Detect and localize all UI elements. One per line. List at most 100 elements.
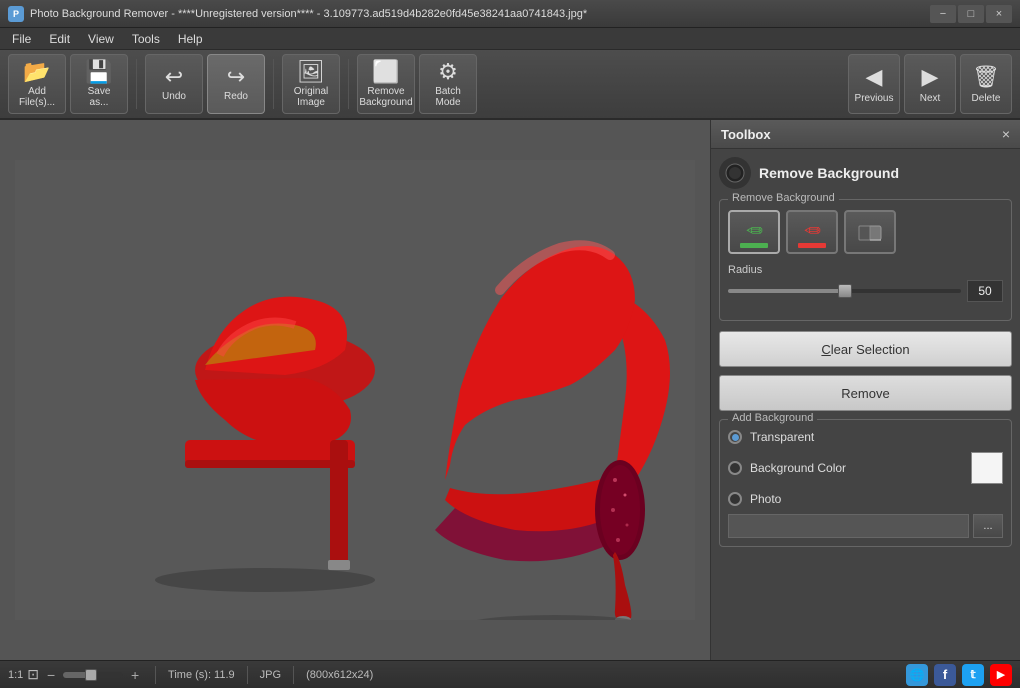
add-files-button[interactable]: 📂 Add File(s)... [8,54,66,114]
redo-icon: ↪ [227,66,245,88]
remove-bg-section-header: Remove Background [719,157,1012,189]
radius-value: 50 [967,280,1003,302]
zoom-fit-icon[interactable]: ⊡ [27,666,39,683]
undo-label: Undo [162,91,186,102]
format-label: JPG [260,669,281,681]
toolbox-close-button[interactable]: × [1002,126,1010,142]
red-pen-icon: ✏ [804,217,821,242]
clear-selection-label: Clear Selection [821,342,909,357]
eraser-icon [856,218,884,246]
delete-label: Delete [972,93,1001,104]
original-image-icon: 🖼 [297,61,325,83]
maximize-button[interactable]: □ [958,5,984,23]
green-pen-icon: ✏ [746,217,763,242]
photo-label: Photo [750,492,781,506]
transparent-label: Transparent [750,430,814,444]
remove-bg-section-icon [719,157,751,189]
photo-path-input[interactable] [728,514,969,538]
photo-radio[interactable] [728,492,742,506]
zoom-out-button[interactable]: − [43,667,59,683]
status-bar: 1:1 ⊡ − + Time (s): 11.9 JPG (800x612x24… [0,660,1020,688]
zoom-controls: 1:1 ⊡ − + [8,666,143,683]
transparent-option: Transparent [728,430,1003,444]
toolbar-separator-3 [348,59,349,109]
background-color-label: Background Color [750,461,846,475]
delete-icon: 🗑 [972,64,1000,90]
radius-slider-track [728,289,961,293]
toolbar-separator [136,59,137,109]
undo-icon: ↩ [165,66,183,88]
zoom-in-button[interactable]: + [127,667,143,683]
radius-slider-fill [728,289,845,293]
background-color-radio[interactable] [728,461,742,475]
title-bar: P Photo Background Remover - ****Unregis… [0,0,1020,28]
menu-edit[interactable]: Edit [41,30,78,48]
facebook-icon[interactable]: f [934,664,956,686]
menu-help[interactable]: Help [170,30,211,48]
zoom-slider-thumb[interactable] [85,669,97,681]
radius-slider-row: 50 [728,280,1003,302]
radius-label: Radius [728,264,1003,276]
add-files-label: Add File(s)... [19,86,55,108]
red-pen-button[interactable]: ✏ [786,210,838,254]
redo-label: Redo [224,91,248,102]
time-label: Time (s): 11.9 [168,669,235,681]
toolbox-panel: Toolbox × Remove Background Remove Backg… [710,120,1020,660]
remove-label: Remove [841,386,889,401]
website-icon[interactable]: 🌐 [906,664,928,686]
previous-button[interactable]: ◀ Previous [848,54,900,114]
color-picker-box[interactable] [971,452,1003,484]
close-button[interactable]: × [986,5,1012,23]
delete-button[interactable]: 🗑 Delete [960,54,1012,114]
save-as-button[interactable]: 💾 Save as... [70,54,128,114]
titlebar-controls: − □ × [930,5,1012,23]
remove-bg-icon: ⬜ [372,61,399,83]
status-separator-1 [155,666,156,684]
transparent-radio[interactable] [728,430,742,444]
undo-button[interactable]: ↩ Undo [145,54,203,114]
toolbar: 📂 Add File(s)... 💾 Save as... ↩ Undo ↪ R… [0,50,1020,120]
app-icon: P [8,6,24,22]
twitter-icon[interactable]: 𝕥 [962,664,984,686]
previous-label: Previous [855,93,894,104]
save-icon: 💾 [85,61,112,83]
zoom-slider-track [63,672,123,678]
add-files-icon: 📂 [23,61,50,83]
clear-selection-button[interactable]: Clear Selection [719,331,1012,367]
batch-mode-button[interactable]: ⚙ Batch Mode [419,54,477,114]
minimize-button[interactable]: − [930,5,956,23]
canvas-area[interactable] [0,120,710,660]
original-image-button[interactable]: 🖼 Original Image [282,54,340,114]
next-button[interactable]: ▶ Next [904,54,956,114]
add-bg-group: Add Background Transparent Background Co… [719,419,1012,547]
titlebar-left: P Photo Background Remover - ****Unregis… [8,6,587,22]
redo-button[interactable]: ↪ Redo [207,54,265,114]
previous-icon: ◀ [866,64,883,90]
zoom-level: 1:1 [8,669,23,681]
menu-tools[interactable]: Tools [124,30,168,48]
canvas-image [15,160,695,620]
remove-bg-group: Remove Background ✏ ✏ [719,199,1012,321]
green-pen-button[interactable]: ✏ [728,210,780,254]
main-area: Toolbox × Remove Background Remove Backg… [0,120,1020,660]
eraser-button[interactable] [844,210,896,254]
next-icon: ▶ [922,64,939,90]
toolbox-header: Toolbox × [711,120,1020,149]
menu-bar: File Edit View Tools Help [0,28,1020,50]
youtube-icon[interactable]: ▶ [990,664,1012,686]
green-pen-underline [740,243,768,248]
remove-button[interactable]: Remove [719,375,1012,411]
remove-bg-section-title: Remove Background [759,165,899,181]
remove-background-button[interactable]: ⬜ Remove Background [357,54,415,114]
radius-slider-thumb[interactable] [838,284,852,298]
remove-bg-group-label: Remove Background [728,192,839,204]
remove-background-label: Remove Background [359,86,412,108]
menu-view[interactable]: View [80,30,122,48]
menu-file[interactable]: File [4,30,39,48]
toolbar-right: ◀ Previous ▶ Next 🗑 Delete [848,54,1012,114]
browse-button[interactable]: ... [973,514,1003,538]
social-links: 🌐 f 𝕥 ▶ [906,664,1012,686]
original-image-label: Original Image [294,86,328,108]
status-separator-2 [247,666,248,684]
photo-option: Photo [728,492,1003,506]
